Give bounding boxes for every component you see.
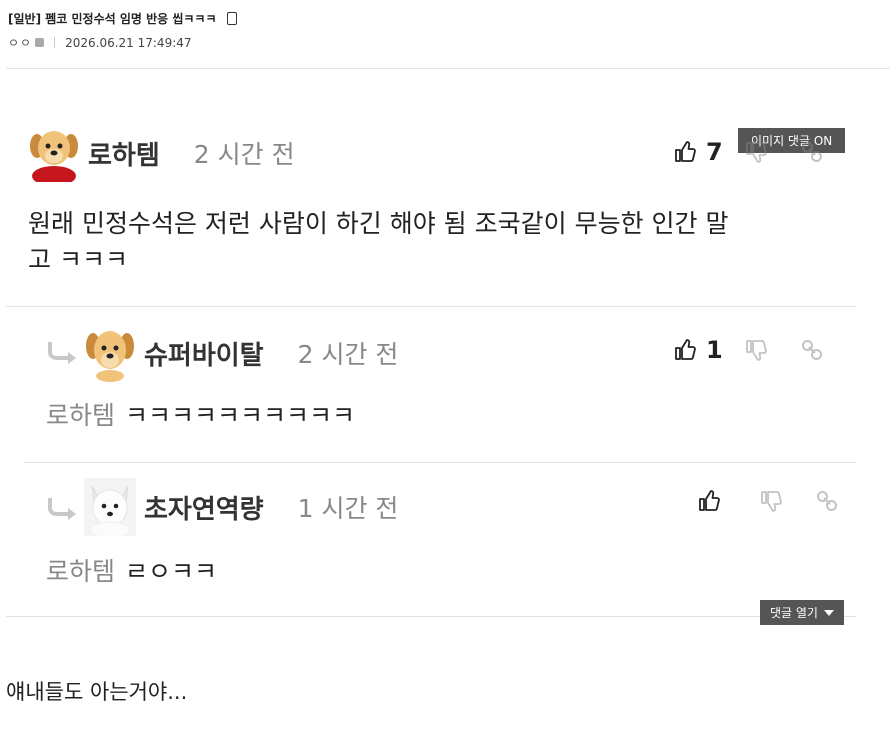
- comment-text-line: 고 ㅋㅋㅋ: [28, 245, 128, 274]
- comment-time: 1 시간 전: [297, 494, 399, 523]
- header-divider: [6, 68, 890, 69]
- comment-text-line: 원래 민정수석은 저런 사람이 하긴 해야 됨 조국같이 무능한 인간 말: [28, 209, 729, 238]
- thumbs-up-icon[interactable]: [672, 337, 698, 363]
- reply-to-nick[interactable]: 로하템: [46, 401, 115, 430]
- post-body-text: 얘내들도 아는거야...: [6, 680, 188, 704]
- avatar[interactable]: [28, 124, 80, 186]
- post-meta: ㅇㅇ 2026.06.21 17:49:47: [8, 34, 237, 51]
- thumbs-down-icon[interactable]: [743, 139, 769, 165]
- thumbs-down-icon[interactable]: [758, 488, 784, 514]
- thumbs-up-icon[interactable]: [696, 488, 722, 514]
- comment-text: ㄹㅇㅋㅋ: [125, 557, 218, 586]
- avatar[interactable]: [84, 324, 136, 382]
- comment-divider: [6, 616, 856, 617]
- thumbs-down-icon[interactable]: [743, 337, 769, 363]
- comment-time: 2 시간 전: [297, 340, 399, 369]
- like-count: 1: [706, 336, 723, 364]
- reply-arrow-icon: [46, 496, 78, 528]
- avatar[interactable]: [84, 478, 136, 539]
- post-header: [일반] 펨코 민정수석 임명 반응 씹ㅋㅋㅋ ㅇㅇ 2026.06.21 17…: [8, 10, 237, 51]
- comment-time: 2 시간 전: [193, 140, 295, 169]
- comment-nick[interactable]: 초자연역량: [144, 489, 264, 526]
- comment-divider: [6, 306, 856, 307]
- meta-divider: [54, 37, 56, 48]
- comment-nick[interactable]: 로하템: [88, 135, 160, 172]
- like-count: 7: [706, 138, 723, 166]
- mobile-icon: [226, 12, 237, 25]
- post-title-text[interactable]: [일반] 펨코 민정수석 임명 반응 씹ㅋㅋㅋ: [8, 10, 217, 27]
- link-icon[interactable]: [814, 488, 840, 514]
- link-icon[interactable]: [799, 139, 825, 165]
- thumbs-up-icon[interactable]: [672, 139, 698, 165]
- open-comments-label: 댓글 열기: [770, 606, 818, 620]
- comment-divider: [24, 462, 856, 463]
- user-badge-icon: [35, 38, 45, 47]
- caret-down-icon: [823, 609, 834, 616]
- link-icon[interactable]: [799, 337, 825, 363]
- open-comments-button[interactable]: 댓글 열기: [760, 600, 844, 625]
- reply-to-nick[interactable]: 로하템: [46, 557, 115, 586]
- post-title[interactable]: [일반] 펨코 민정수석 임명 반응 씹ㅋㅋㅋ: [8, 10, 237, 27]
- author-nick[interactable]: ㅇㅇ: [8, 34, 32, 51]
- reply-arrow-icon: [46, 340, 78, 372]
- comment-text: ㅋㅋㅋㅋㅋㅋㅋㅋㅋㅋ: [125, 401, 356, 430]
- comment-nick[interactable]: 슈퍼바이탈: [144, 335, 264, 372]
- post-datetime: 2026.06.21 17:49:47: [65, 35, 192, 50]
